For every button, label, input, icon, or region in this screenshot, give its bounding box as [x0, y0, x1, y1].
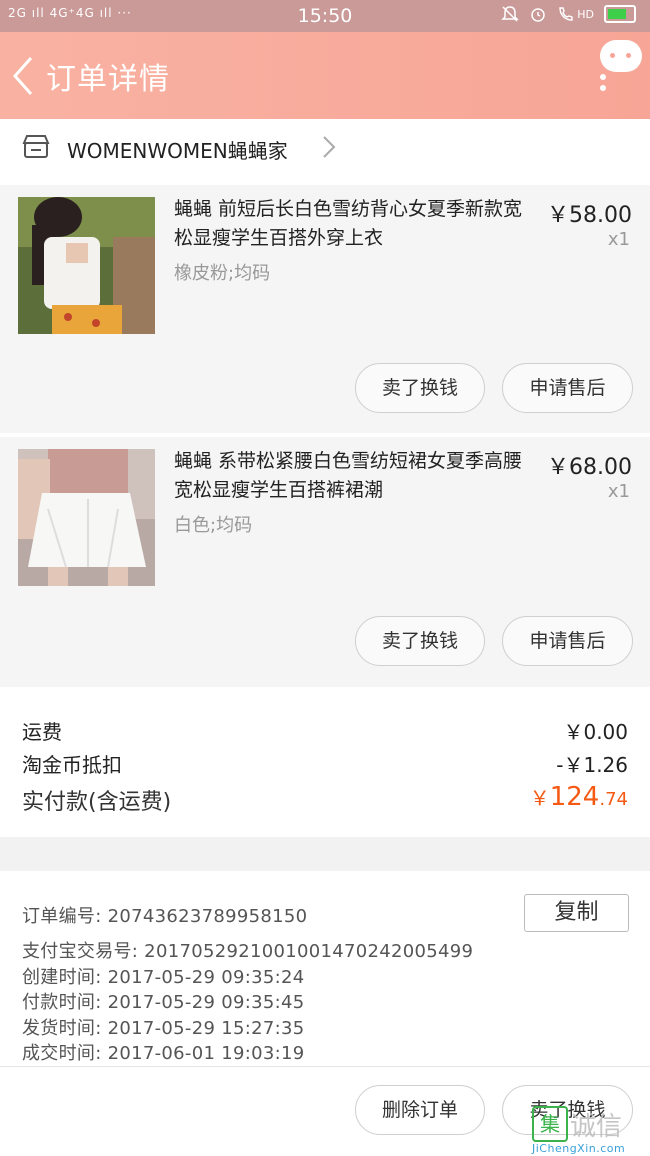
alarm-icon	[531, 8, 545, 22]
copy-button[interactable]: 复制	[524, 894, 629, 932]
watermark-char: 集	[532, 1106, 568, 1142]
sell-for-cash-button[interactable]: 卖了换钱	[355, 363, 485, 413]
after-sale-button[interactable]: 申请售后	[502, 363, 633, 413]
watermark-en: JiChengXin.com	[532, 1142, 626, 1155]
total-decimal: .74	[599, 789, 628, 810]
watermark-cn: 诚信	[570, 1112, 623, 1142]
item-title[interactable]: 蝇蝇 前短后长白色雪纺背心女夏季新款宽松显瘦学生百搭外穿上衣	[174, 195, 540, 253]
item-sku: 橡皮粉;均码	[174, 263, 271, 284]
order-info: 订单编号: 20743623789958150 复制 支付宝交易号: 20170…	[0, 871, 650, 1066]
product-thumbnail[interactable]	[18, 449, 155, 586]
price-summary: 运费 ￥0.00 淘金币抵扣 -￥1.26 实付款(含运费) ￥124.74	[0, 687, 650, 837]
watermark-logo: 集 诚信 JiChengXin.com	[532, 1106, 650, 1155]
product-thumbnail[interactable]	[18, 197, 155, 334]
item-price: ￥58.00	[547, 203, 632, 228]
alipay-trade-number: 支付宝交易号: 2017052921001001470242005499	[22, 941, 474, 962]
order-number: 订单编号: 20743623789958150	[22, 906, 308, 927]
coin-label: 淘金币抵扣	[22, 753, 122, 777]
total-row: 实付款(含运费) ￥124.74	[22, 782, 628, 816]
hd-call-icon	[559, 7, 573, 21]
section-divider	[0, 837, 650, 871]
created-time: 创建时间: 2017-05-29 09:35:24	[22, 967, 305, 988]
item-title[interactable]: 蝇蝇 系带松紧腰白色雪纺短裙女夏季高腰宽松显瘦学生百搭裤裙潮	[174, 447, 540, 505]
item-sku: 白色;均码	[174, 515, 253, 536]
shipped-time: 发货时间: 2017-05-29 15:27:35	[22, 1018, 305, 1039]
status-icons: HD	[501, 5, 636, 23]
paid-time: 付款时间: 2017-05-29 09:35:45	[22, 992, 305, 1013]
item-quantity: x1	[607, 481, 630, 502]
delete-order-button[interactable]: 删除订单	[355, 1085, 485, 1135]
sell-for-cash-button[interactable]: 卖了换钱	[355, 616, 485, 666]
navigation-bar: 订单详情	[0, 32, 650, 119]
total-integer: 124	[549, 782, 600, 812]
more-menu-button[interactable]	[598, 40, 642, 100]
shipping-row: 运费 ￥0.00	[22, 716, 628, 745]
after-sale-button[interactable]: 申请售后	[502, 616, 633, 666]
shipping-label: 运费	[22, 720, 62, 744]
total-currency: ￥	[529, 786, 550, 810]
item-price: ￥68.00	[547, 455, 632, 480]
completed-time: 成交时间: 2017-06-01 19:03:19	[22, 1043, 305, 1064]
shipping-value: ￥0.00	[563, 720, 628, 744]
chevron-right-icon	[323, 136, 336, 158]
order-item[interactable]: 蝇蝇 前短后长白色雪纺背心女夏季新款宽松显瘦学生百搭外穿上衣 橡皮粉;均码 ￥5…	[0, 185, 650, 433]
order-item[interactable]: 蝇蝇 系带松紧腰白色雪纺短裙女夏季高腰宽松显瘦学生百搭裤裙潮 白色;均码 ￥68…	[0, 437, 650, 687]
back-icon[interactable]	[12, 56, 34, 96]
message-bubble-icon[interactable]	[600, 40, 642, 72]
coin-value: -￥1.26	[556, 753, 628, 777]
coin-deduction-row: 淘金币抵扣 -￥1.26	[22, 749, 628, 778]
battery-icon	[604, 5, 636, 23]
total-value: ￥124.74	[530, 782, 628, 812]
status-bar: 2G ıll 4G⁺4G ıll ··· 15:50 HD	[0, 0, 650, 32]
mute-icon	[501, 6, 520, 22]
item-quantity: x1	[607, 229, 630, 250]
total-label: 实付款(含运费)	[22, 790, 172, 815]
shop-row[interactable]: WOMENWOMEN蝇蝇家	[0, 119, 650, 185]
hd-label: HD	[577, 7, 594, 21]
page-title: 订单详情	[46, 62, 170, 97]
shop-icon	[22, 135, 50, 158]
shop-name: WOMENWOMEN蝇蝇家	[67, 139, 288, 163]
more-dots-icon[interactable]	[600, 74, 606, 96]
